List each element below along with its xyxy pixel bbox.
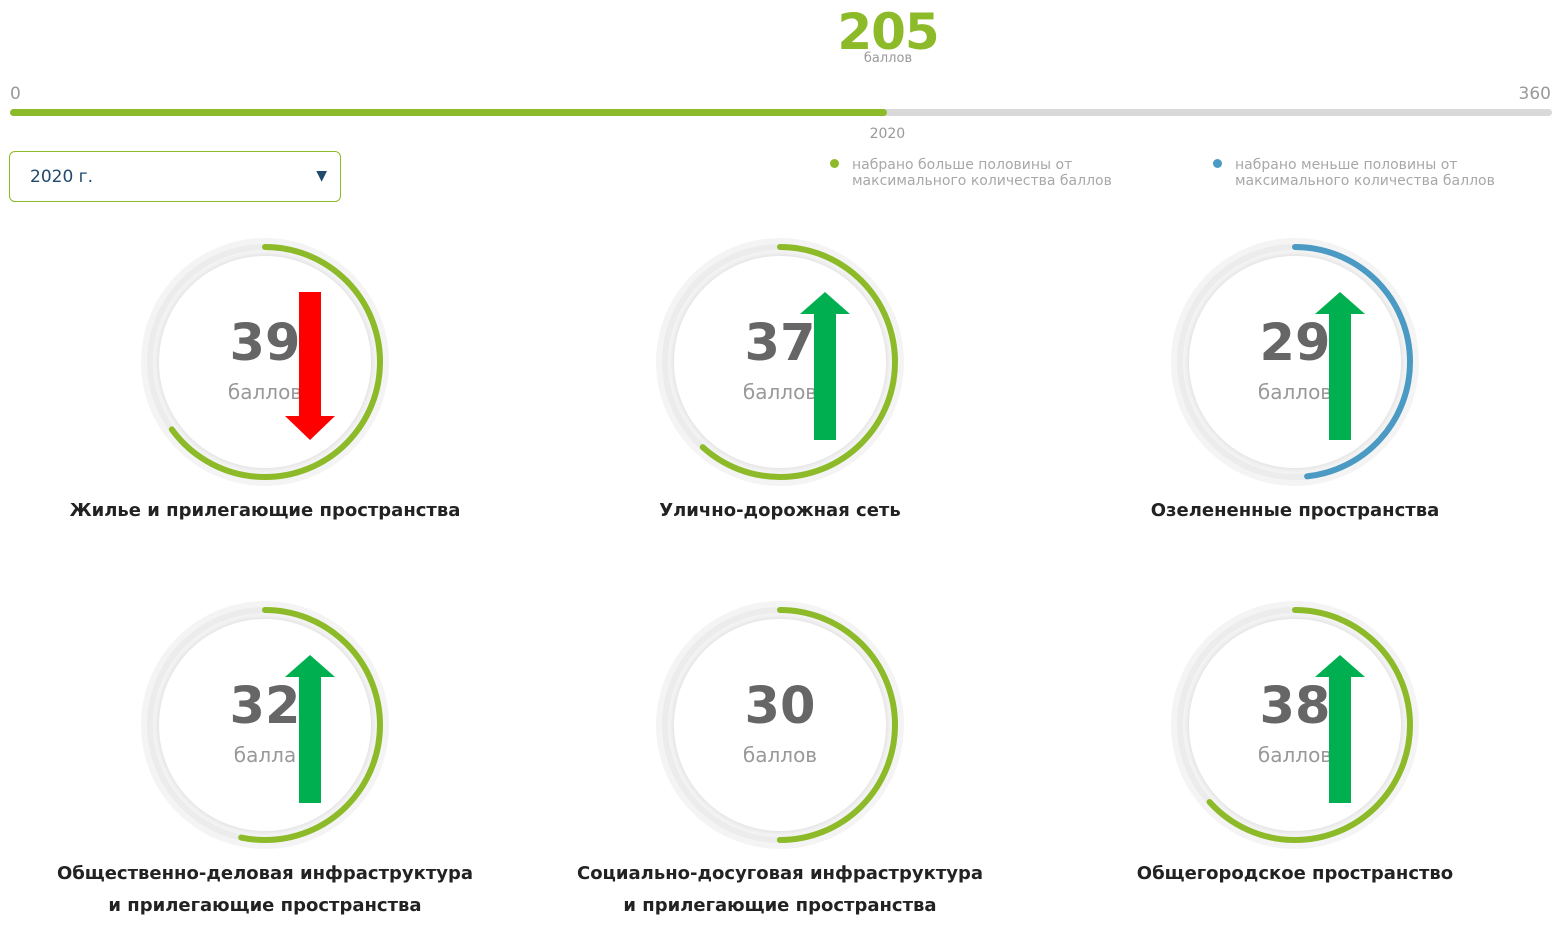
trend-up-arrow-icon <box>800 292 850 440</box>
score-dial: 37 баллов <box>655 237 905 487</box>
category-title-line2: и прилегающие пространства <box>623 895 937 916</box>
progress-year-label: 2020 <box>869 126 906 142</box>
year-select[interactable]: 2020 г. ▼ <box>9 151 341 202</box>
category-card: 39 баллов Жилье и прилегающие пространства <box>0 237 515 577</box>
score-dial: 38 баллов <box>1170 600 1420 850</box>
trend-down-arrow-icon <box>285 292 335 440</box>
category-title: Озелененные пространства <box>1030 495 1553 527</box>
category-score-unit: баллов <box>1257 380 1333 404</box>
category-score: 29 <box>1259 314 1331 373</box>
chevron-down-icon: ▼ <box>316 168 327 184</box>
category-card: 29 баллов Озелененные пространства <box>1030 237 1545 577</box>
score-progress-bar <box>10 109 1552 116</box>
legend-below-half: набрано меньше половины от максимального… <box>1213 157 1535 189</box>
category-score-unit: баллов <box>742 380 818 404</box>
scale-min-label: 0 <box>10 84 21 104</box>
category-score: 37 <box>744 314 816 373</box>
year-select-value: 2020 г. <box>30 167 94 187</box>
category-title-line1: Общественно-деловая инфраструктура <box>56 863 474 884</box>
category-title: Улично-дорожная сеть <box>515 495 1045 527</box>
score-dial: 39 баллов <box>140 237 390 487</box>
category-title-line1: Жилье и прилегающие пространства <box>69 500 461 521</box>
category-score: 39 <box>229 314 301 373</box>
category-title-line1: Социально-досуговая инфраструктура <box>576 863 984 884</box>
category-title-line1: Озелененные пространства <box>1150 500 1440 521</box>
total-score-block: 205 баллов <box>0 4 1553 66</box>
legend-dot-blue-icon <box>1213 159 1222 168</box>
score-progress-fill <box>10 109 888 116</box>
category-card: 38 баллов Общегородское пространство <box>1030 600 1545 940</box>
trend-up-arrow-icon <box>1315 292 1365 440</box>
category-title: Общегородское пространство <box>1030 858 1553 890</box>
legend-dot-green-icon <box>830 159 839 168</box>
legend-above-half-text: набрано больше половины от максимального… <box>852 157 1112 189</box>
legend-above-half: набрано больше половины от максимального… <box>830 157 1152 189</box>
category-title: Жилье и прилегающие пространства <box>0 495 530 527</box>
category-score-unit: баллов <box>227 380 303 404</box>
scale-max-label: 360 <box>1518 84 1551 104</box>
score-dial: 29 баллов <box>1170 237 1420 487</box>
category-card: 32 балла Общественно-деловая инфраструктур… <box>0 600 515 940</box>
category-title-line1: Общегородское пространство <box>1136 863 1454 884</box>
category-card: 37 баллов Улично-дорожная сеть <box>515 237 1030 577</box>
score-dial: 30 баллов <box>655 600 905 850</box>
category-score-unit: балла <box>233 743 297 767</box>
category-title: Социально-досуговая инфраструктура и прил… <box>515 858 1045 922</box>
category-title-line1: Улично-дорожная сеть <box>659 500 901 521</box>
legend-below-half-text: набрано меньше половины от максимального… <box>1235 157 1495 189</box>
category-score-unit: баллов <box>1257 743 1333 767</box>
trend-up-arrow-icon <box>285 655 335 803</box>
category-score: 30 <box>744 677 816 736</box>
category-score: 32 <box>229 677 301 736</box>
category-title-line2: и прилегающие пространства <box>108 895 422 916</box>
total-score-unit: баллов <box>863 51 913 66</box>
category-card: 30 баллов Социально-досуговая инфраструкту… <box>515 600 1030 940</box>
category-title: Общественно-деловая инфраструктура и прил… <box>0 858 530 922</box>
score-dial: 32 балла <box>140 600 390 850</box>
trend-up-arrow-icon <box>1315 655 1365 803</box>
category-score-unit: баллов <box>742 743 818 767</box>
category-score: 38 <box>1259 677 1331 736</box>
